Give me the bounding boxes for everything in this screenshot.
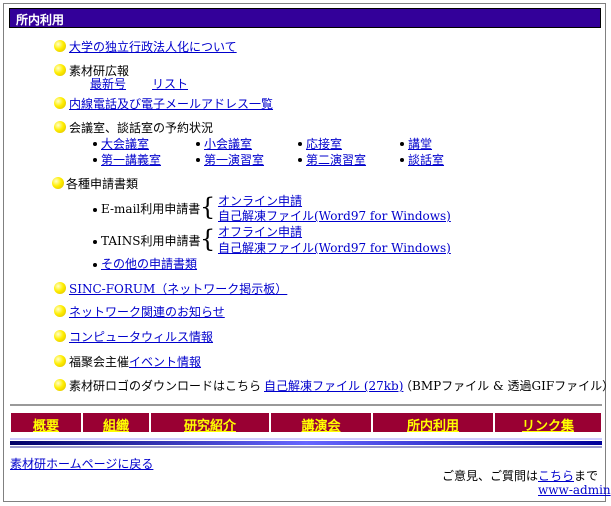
- list-dot: [298, 142, 302, 146]
- link-home[interactable]: 素材研ホームページに戻る: [10, 457, 153, 471]
- tains-form-label: TAINS利用申請書: [101, 234, 201, 248]
- forms-label: 各種申請書類: [66, 177, 139, 191]
- link-room-lounge[interactable]: 談話室: [408, 153, 444, 167]
- email-form-label: E-mail利用申請書: [101, 202, 201, 216]
- link-email-word[interactable]: 自己解凍ファイル(Word97 for Windows): [218, 209, 451, 223]
- list-dot: [400, 158, 404, 162]
- list-dot: [93, 142, 97, 146]
- nav-overview-label: 概要: [32, 419, 59, 434]
- nav-links[interactable]: リンク集: [494, 412, 602, 434]
- link-room-reception[interactable]: 応接室: [306, 137, 342, 151]
- bullet-icon: [54, 305, 66, 317]
- bullet-icon: [54, 40, 66, 52]
- link-room-auditorium[interactable]: 講堂: [408, 137, 432, 151]
- nav-overview[interactable]: 概要: [10, 412, 82, 434]
- bullet-icon: [54, 379, 66, 391]
- logo-download-text: 素材研ロゴのダウンロードはこちら: [69, 379, 262, 393]
- bullet-icon: [52, 177, 64, 189]
- nav-lectures[interactable]: 講演会: [270, 412, 372, 434]
- link-room-seminar-2[interactable]: 第二演習室: [306, 153, 366, 167]
- list-dot: [298, 158, 302, 162]
- divider: [10, 438, 602, 440]
- nav-links-label: リンク集: [521, 419, 574, 434]
- bullet-icon: [54, 97, 66, 109]
- link-event-info[interactable]: イベント情報: [129, 355, 201, 369]
- contact-suffix: まで: [574, 469, 599, 483]
- link-other-forms[interactable]: その他の申請書類: [101, 257, 197, 271]
- contact-prefix: ご意見、ご質問は: [442, 469, 539, 483]
- link-logo-download[interactable]: 自己解凍ファイル (27kb): [264, 379, 403, 393]
- link-tains-word[interactable]: 自己解凍ファイル(Word97 for Windows): [218, 241, 451, 255]
- list-dot: [400, 142, 404, 146]
- bullet-icon: [54, 64, 66, 76]
- link-tains-offline[interactable]: オフライン申請: [218, 225, 302, 239]
- gradient-rule: [10, 441, 602, 445]
- brace-icon: {: [200, 225, 216, 253]
- link-room-seminar-1[interactable]: 第一演習室: [204, 153, 264, 167]
- rooms-label: 会議室、談話室の予約状況: [69, 121, 214, 135]
- link-contact[interactable]: こちら: [538, 469, 574, 483]
- nav-research[interactable]: 研究紹介: [150, 412, 270, 434]
- nav-lectures-label: 講演会: [301, 419, 341, 434]
- nav-research-label: 研究紹介: [183, 419, 236, 434]
- link-virus-info[interactable]: コンピュータウィルス情報: [69, 330, 213, 344]
- bullet-icon: [54, 355, 66, 367]
- link-admin[interactable]: www-admin: [538, 483, 611, 497]
- link-network-news[interactable]: ネットワーク関連のお知らせ: [69, 305, 225, 319]
- list-dot: [196, 158, 200, 162]
- list-dot: [93, 240, 97, 244]
- newsletter-label: 素材研広報: [69, 64, 130, 78]
- brace-icon: {: [200, 193, 216, 221]
- link-email-online[interactable]: オンライン申請: [218, 194, 302, 208]
- bullet-icon: [54, 282, 66, 294]
- link-newsletter-list[interactable]: リスト: [152, 77, 188, 91]
- list-dot: [93, 158, 97, 162]
- nav-organization[interactable]: 組織: [82, 412, 150, 434]
- link-independent-agency[interactable]: 大学の独立行政法人化について: [69, 40, 237, 54]
- nav-organization-label: 組織: [102, 419, 129, 434]
- nav-internal-use-label: 所内利用: [406, 419, 459, 434]
- list-dot: [196, 142, 200, 146]
- link-room-large-meeting[interactable]: 大会議室: [101, 137, 149, 151]
- divider: [10, 404, 602, 406]
- logo-format-note: （BMPファイル & 透過GIFファイル）: [400, 379, 611, 393]
- list-dot: [93, 263, 97, 267]
- link-sinc-forum[interactable]: SINC-FORUM（ネットワーク掲示板）: [69, 282, 287, 296]
- nav-internal-use[interactable]: 所内利用: [372, 412, 494, 434]
- link-directory[interactable]: 内線電話及び電子メールアドレス一覧: [69, 97, 273, 111]
- event-prefix: 福聚会主催: [69, 355, 130, 369]
- link-room-small-meeting[interactable]: 小会議室: [204, 137, 252, 151]
- link-newsletter-latest[interactable]: 最新号: [90, 77, 126, 91]
- divider: [10, 446, 602, 448]
- list-dot: [93, 208, 97, 212]
- page-title: 所内利用: [16, 13, 65, 27]
- link-room-lecture-1[interactable]: 第一講義室: [101, 153, 161, 167]
- bullet-icon: [54, 330, 66, 342]
- title-bar: 所内利用: [9, 8, 601, 28]
- bullet-icon: [54, 121, 66, 133]
